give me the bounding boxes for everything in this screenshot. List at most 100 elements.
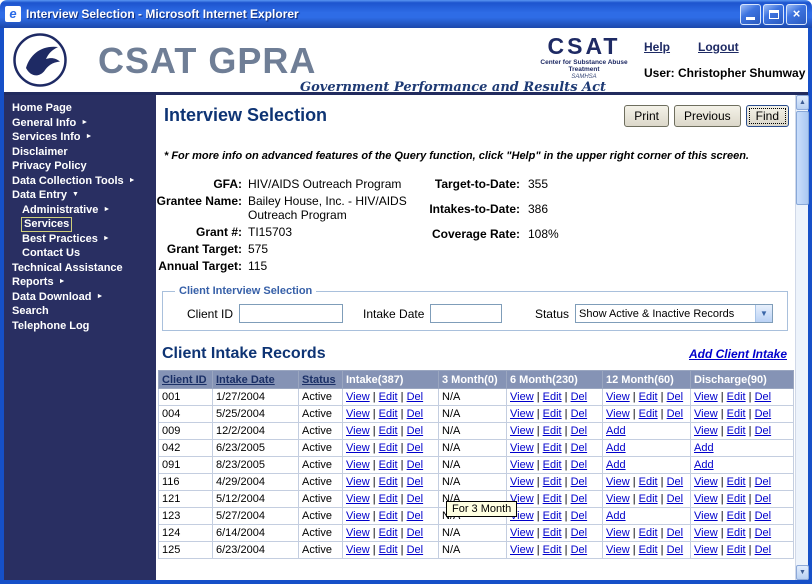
- edit-link[interactable]: Edit: [379, 425, 398, 437]
- sidebar-item-contact-us[interactable]: Contact Us: [4, 246, 156, 261]
- del-link[interactable]: Del: [755, 544, 772, 556]
- view-link[interactable]: View: [694, 493, 718, 505]
- del-link[interactable]: Del: [571, 442, 588, 454]
- del-link[interactable]: Del: [571, 391, 588, 403]
- del-link[interactable]: Del: [667, 544, 684, 556]
- view-link[interactable]: View: [694, 544, 718, 556]
- column-sort-link-client-id[interactable]: Client ID: [162, 374, 207, 386]
- sidebar-item-disclaimer[interactable]: Disclaimer: [4, 145, 156, 160]
- view-link[interactable]: View: [694, 476, 718, 488]
- edit-link[interactable]: Edit: [639, 544, 658, 556]
- intake-date-input[interactable]: [430, 304, 503, 323]
- vertical-scrollbar[interactable]: ▲ ▼: [795, 95, 809, 580]
- edit-link[interactable]: Edit: [543, 476, 562, 488]
- edit-link[interactable]: Edit: [543, 527, 562, 539]
- view-link[interactable]: View: [694, 425, 718, 437]
- view-link[interactable]: View: [606, 493, 630, 505]
- sidebar-item-telephone-log[interactable]: Telephone Log: [4, 319, 156, 334]
- view-link[interactable]: View: [510, 425, 534, 437]
- del-link[interactable]: Del: [407, 459, 424, 471]
- maximize-button[interactable]: [763, 3, 784, 25]
- find-button[interactable]: Find: [745, 105, 789, 127]
- del-link[interactable]: Del: [755, 408, 772, 420]
- add-link[interactable]: Add: [606, 510, 626, 522]
- sidebar-item-data-download[interactable]: Data Download ►: [4, 290, 156, 305]
- edit-link[interactable]: Edit: [639, 476, 658, 488]
- previous-button[interactable]: Previous: [673, 105, 741, 127]
- add-link[interactable]: Add: [606, 459, 626, 471]
- sidebar-item-data-collection-tools[interactable]: Data Collection Tools ►: [4, 174, 156, 189]
- edit-link[interactable]: Edit: [379, 391, 398, 403]
- scrollbar-thumb[interactable]: [796, 111, 809, 205]
- sidebar-item-administrative[interactable]: Administrative ►: [4, 203, 156, 218]
- view-link[interactable]: View: [510, 408, 534, 420]
- edit-link[interactable]: Edit: [379, 476, 398, 488]
- edit-link[interactable]: Edit: [543, 459, 562, 471]
- del-link[interactable]: Del: [407, 493, 424, 505]
- del-link[interactable]: Del: [407, 476, 424, 488]
- edit-link[interactable]: Edit: [379, 510, 398, 522]
- view-link[interactable]: View: [510, 459, 534, 471]
- view-link[interactable]: View: [346, 544, 370, 556]
- del-link[interactable]: Del: [667, 493, 684, 505]
- del-link[interactable]: Del: [571, 527, 588, 539]
- del-link[interactable]: Del: [755, 425, 772, 437]
- view-link[interactable]: View: [694, 527, 718, 539]
- print-button[interactable]: Print: [624, 105, 669, 127]
- view-link[interactable]: View: [346, 391, 370, 403]
- view-link[interactable]: View: [510, 476, 534, 488]
- column-sort-link-status[interactable]: Status: [302, 374, 336, 386]
- edit-link[interactable]: Edit: [639, 527, 658, 539]
- view-link[interactable]: View: [346, 459, 370, 471]
- client-id-input[interactable]: [239, 304, 344, 323]
- add-link[interactable]: Add: [694, 442, 714, 454]
- del-link[interactable]: Del: [755, 493, 772, 505]
- view-link[interactable]: View: [346, 425, 370, 437]
- del-link[interactable]: Del: [407, 544, 424, 556]
- edit-link[interactable]: Edit: [543, 544, 562, 556]
- status-select[interactable]: Show Active & Inactive Records ▼: [575, 304, 773, 323]
- add-client-intake-link[interactable]: Add Client Intake: [689, 347, 787, 361]
- view-link[interactable]: View: [694, 408, 718, 420]
- edit-link[interactable]: Edit: [543, 425, 562, 437]
- view-link[interactable]: View: [510, 544, 534, 556]
- edit-link[interactable]: Edit: [543, 391, 562, 403]
- view-link[interactable]: View: [694, 391, 718, 403]
- logout-link[interactable]: Logout: [698, 40, 739, 54]
- edit-link[interactable]: Edit: [543, 442, 562, 454]
- edit-link[interactable]: Edit: [727, 425, 746, 437]
- del-link[interactable]: Del: [571, 408, 588, 420]
- scroll-down-button[interactable]: ▼: [796, 565, 809, 580]
- view-link[interactable]: View: [346, 476, 370, 488]
- del-link[interactable]: Del: [755, 527, 772, 539]
- edit-link[interactable]: Edit: [727, 544, 746, 556]
- view-link[interactable]: View: [606, 408, 630, 420]
- edit-link[interactable]: Edit: [639, 408, 658, 420]
- sidebar-item-data-entry[interactable]: Data Entry ▼: [4, 188, 156, 203]
- sidebar-item-services[interactable]: Services: [4, 217, 156, 232]
- edit-link[interactable]: Edit: [727, 476, 746, 488]
- edit-link[interactable]: Edit: [379, 527, 398, 539]
- del-link[interactable]: Del: [667, 391, 684, 403]
- edit-link[interactable]: Edit: [727, 510, 746, 522]
- view-link[interactable]: View: [606, 391, 630, 403]
- edit-link[interactable]: Edit: [727, 408, 746, 420]
- del-link[interactable]: Del: [407, 442, 424, 454]
- del-link[interactable]: Del: [667, 408, 684, 420]
- help-link[interactable]: Help: [644, 40, 670, 54]
- view-link[interactable]: View: [694, 510, 718, 522]
- del-link[interactable]: Del: [755, 476, 772, 488]
- view-link[interactable]: View: [606, 544, 630, 556]
- sidebar-item-best-practices[interactable]: Best Practices ►: [4, 232, 156, 247]
- del-link[interactable]: Del: [571, 493, 588, 505]
- edit-link[interactable]: Edit: [639, 391, 658, 403]
- view-link[interactable]: View: [510, 442, 534, 454]
- del-link[interactable]: Del: [571, 459, 588, 471]
- add-link[interactable]: Add: [694, 459, 714, 471]
- edit-link[interactable]: Edit: [727, 527, 746, 539]
- sidebar-item-search[interactable]: Search: [4, 304, 156, 319]
- del-link[interactable]: Del: [407, 425, 424, 437]
- view-link[interactable]: View: [346, 510, 370, 522]
- edit-link[interactable]: Edit: [379, 442, 398, 454]
- view-link[interactable]: View: [510, 391, 534, 403]
